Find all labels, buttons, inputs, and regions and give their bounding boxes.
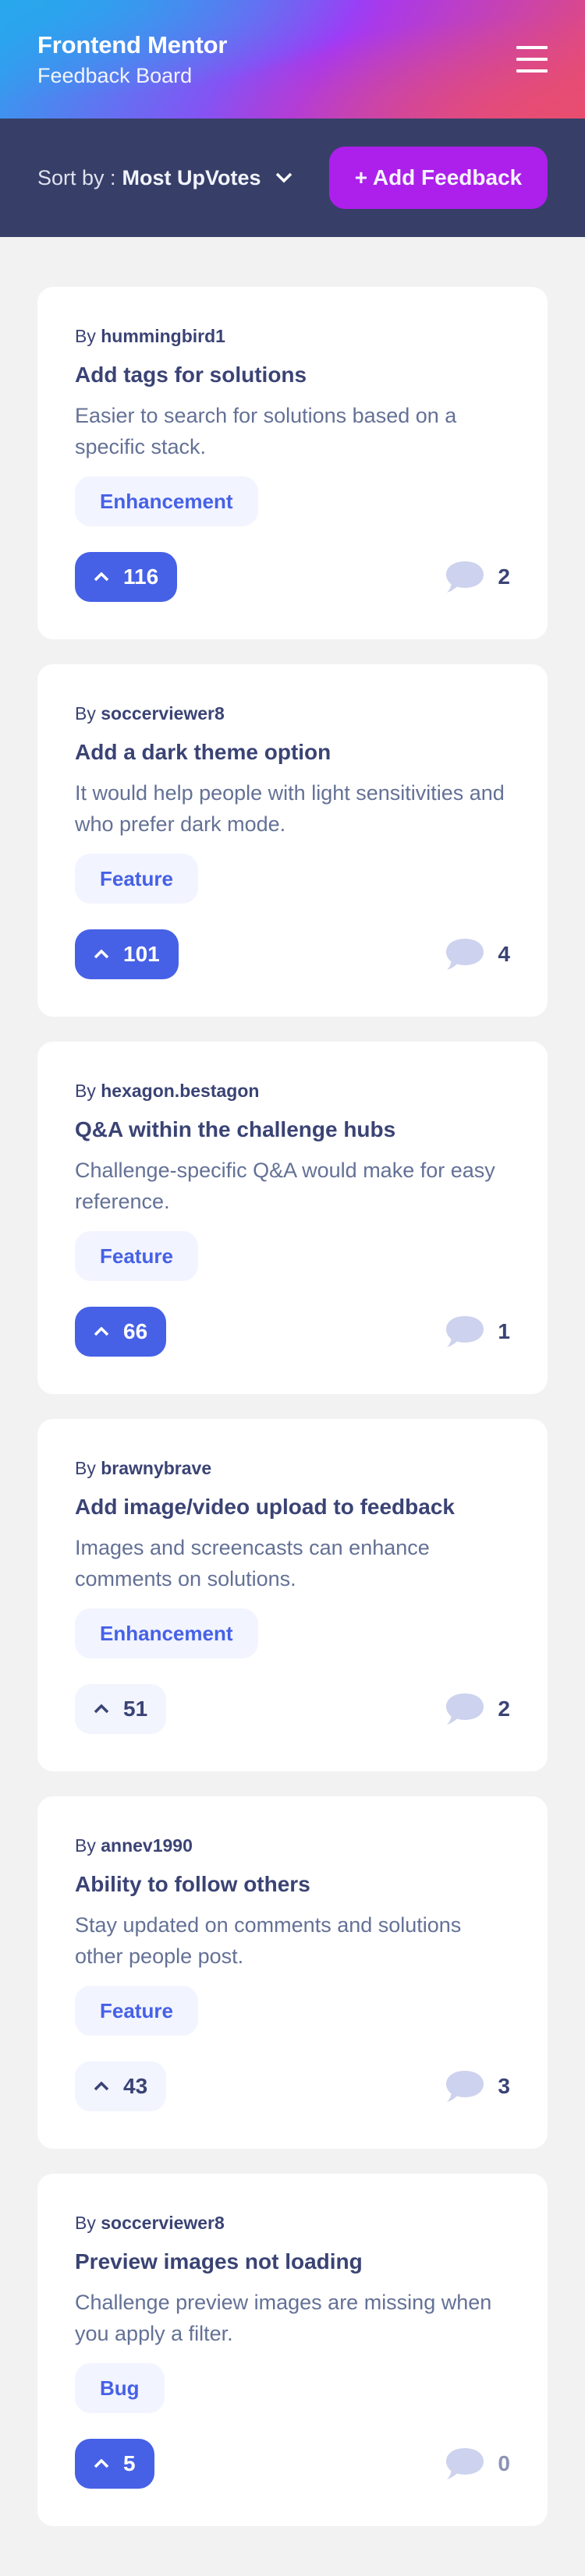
feedback-footer: 43 3 (75, 2061, 510, 2111)
author-name: soccerviewer8 (101, 703, 225, 724)
feedback-author: By hummingbird1 (75, 326, 510, 347)
comments-number: 2 (498, 1697, 510, 1721)
feedback-card[interactable]: By hummingbird1 Add tags for solutions E… (37, 287, 548, 639)
comment-icon (446, 2448, 484, 2479)
upvote-button[interactable]: 66 (75, 1307, 167, 1357)
comments-count: 2 (445, 560, 510, 594)
author-prefix: By (75, 1081, 96, 1101)
category-tag[interactable]: Feature (75, 1986, 198, 2036)
comments-count: 4 (445, 937, 510, 971)
chevron-up-icon (94, 950, 109, 959)
comment-icon (446, 2071, 484, 2102)
upvote-count: 66 (123, 1319, 148, 1343)
comments-number: 0 (498, 2451, 510, 2475)
feedback-description: Easier to search for solutions based on … (75, 404, 457, 458)
author-prefix: By (75, 326, 96, 346)
comments-count: 0 (445, 2447, 510, 2481)
feedback-author: By soccerviewer8 (75, 703, 510, 724)
chevron-down-icon (275, 172, 292, 183)
chevron-up-icon (94, 1327, 109, 1336)
feedback-author: By soccerviewer8 (75, 2213, 510, 2234)
feedback-footer: 66 1 (75, 1307, 510, 1357)
comment-icon (446, 939, 484, 970)
feedback-title[interactable]: Ability to follow others (75, 1872, 510, 1897)
feedback-card[interactable]: By hexagon.bestagon Q&A within the chall… (37, 1042, 548, 1394)
upvote-count: 116 (123, 564, 159, 589)
chevron-up-icon (94, 1704, 109, 1714)
category-tag[interactable]: Feature (75, 1231, 198, 1281)
feedback-footer: 101 4 (75, 929, 510, 979)
app-header: Frontend Mentor Feedback Board (0, 0, 585, 119)
feedback-footer: 51 2 (75, 1684, 510, 1734)
chevron-up-icon (94, 2459, 109, 2468)
feedback-title[interactable]: Preview images not loading (75, 2249, 510, 2274)
upvote-button[interactable]: 101 (75, 929, 179, 979)
feedback-description: It would help people with light sensitiv… (75, 781, 505, 836)
upvote-button[interactable]: 51 (75, 1684, 167, 1734)
sort-bar: Sort by : Most UpVotes + Add Feedback (0, 119, 585, 237)
brand-title: Frontend Mentor (37, 30, 228, 58)
upvote-button[interactable]: 5 (75, 2439, 154, 2489)
feedback-description: Images and screencasts can enhance comme… (75, 1536, 430, 1591)
author-name: brawnybrave (101, 1458, 212, 1478)
upvote-button[interactable]: 116 (75, 552, 178, 602)
brand: Frontend Mentor Feedback Board (37, 31, 227, 88)
author-prefix: By (75, 1835, 96, 1856)
comments-number: 2 (498, 564, 510, 589)
feedback-description: Challenge preview images are missing whe… (75, 2291, 492, 2345)
chevron-up-icon (94, 572, 109, 582)
comment-icon (446, 1316, 484, 1347)
author-prefix: By (75, 703, 96, 724)
author-prefix: By (75, 1458, 96, 1478)
comments-number: 1 (498, 1319, 510, 1343)
feedback-list: By hummingbird1 Add tags for solutions E… (0, 237, 585, 2526)
category-tag[interactable]: Feature (75, 854, 198, 904)
author-name: annev1990 (101, 1835, 193, 1856)
feedback-author: By hexagon.bestagon (75, 1081, 510, 1102)
comments-number: 3 (498, 2074, 510, 2098)
comments-count: 2 (445, 1692, 510, 1726)
comments-count: 1 (445, 1315, 510, 1349)
comments-number: 4 (498, 942, 510, 966)
sort-label: Sort by : (37, 165, 116, 189)
upvote-count: 5 (123, 2451, 136, 2475)
author-name: hummingbird1 (101, 326, 225, 346)
feedback-card[interactable]: By brawnybrave Add image/video upload to… (37, 1419, 548, 1771)
feedback-title[interactable]: Add tags for solutions (75, 363, 510, 387)
comments-count: 3 (445, 2069, 510, 2104)
category-tag[interactable]: Enhancement (75, 476, 258, 526)
upvote-count: 51 (123, 1697, 148, 1721)
feedback-footer: 5 0 (75, 2439, 510, 2489)
comment-icon (446, 1693, 484, 1725)
author-name: soccerviewer8 (101, 2213, 225, 2233)
brand-subtitle: Feedback Board (37, 63, 193, 87)
author-prefix: By (75, 2213, 96, 2233)
chevron-up-icon (94, 2082, 109, 2091)
feedback-author: By annev1990 (75, 1835, 510, 1856)
sort-dropdown[interactable]: Sort by : Most UpVotes (37, 166, 292, 190)
feedback-card[interactable]: By soccerviewer8 Preview images not load… (37, 2174, 548, 2526)
upvote-button[interactable]: 43 (75, 2061, 167, 2111)
comment-icon (446, 561, 484, 593)
add-feedback-button[interactable]: + Add Feedback (329, 147, 548, 209)
upvote-count: 101 (123, 942, 160, 966)
feedback-author: By brawnybrave (75, 1458, 510, 1479)
upvote-count: 43 (123, 2074, 148, 2098)
author-name: hexagon.bestagon (101, 1081, 260, 1101)
feedback-footer: 116 2 (75, 552, 510, 602)
feedback-description: Challenge-specific Q&A would make for ea… (75, 1159, 495, 1213)
category-tag[interactable]: Enhancement (75, 1608, 258, 1658)
feedback-title[interactable]: Add image/video upload to feedback (75, 1495, 510, 1520)
category-tag[interactable]: Bug (75, 2363, 165, 2413)
feedback-card[interactable]: By annev1990 Ability to follow others St… (37, 1796, 548, 2149)
feedback-description: Stay updated on comments and solutions o… (75, 1913, 462, 1968)
feedback-title[interactable]: Add a dark theme option (75, 740, 510, 765)
feedback-title[interactable]: Q&A within the challenge hubs (75, 1117, 510, 1142)
sort-value: Most UpVotes (122, 165, 261, 189)
hamburger-menu-icon[interactable] (516, 46, 548, 73)
feedback-card[interactable]: By soccerviewer8 Add a dark theme option… (37, 664, 548, 1017)
